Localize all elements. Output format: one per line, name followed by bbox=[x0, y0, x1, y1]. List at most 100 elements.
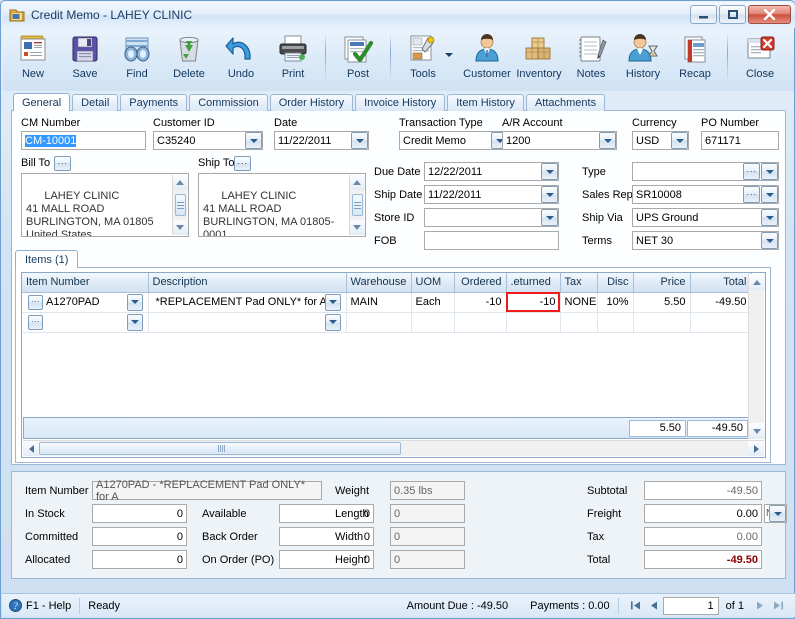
row-lookup-button[interactable]: ··· bbox=[28, 294, 43, 310]
chevron-down-icon[interactable] bbox=[761, 163, 778, 180]
scroll-down-icon[interactable] bbox=[748, 423, 765, 439]
tab-item-history[interactable]: Item History bbox=[447, 94, 524, 111]
next-record-button[interactable] bbox=[751, 597, 769, 615]
cm-number-input[interactable]: CM-10001 bbox=[21, 131, 146, 150]
cell-tax[interactable] bbox=[560, 312, 598, 333]
ar-account-combo[interactable]: 1200 bbox=[502, 131, 617, 150]
chevron-down-icon[interactable] bbox=[324, 313, 341, 331]
toolbar-button-new[interactable]: New bbox=[7, 29, 59, 89]
col-header-item-number[interactable]: Item Number bbox=[22, 273, 149, 293]
page-number-input[interactable]: 1 bbox=[662, 596, 719, 615]
scroll-down-icon[interactable] bbox=[172, 220, 188, 235]
first-record-button[interactable] bbox=[627, 597, 645, 615]
tab-order-history[interactable]: Order History bbox=[269, 94, 354, 111]
toolbar-button-save[interactable]: Save bbox=[59, 29, 111, 89]
hscrollbar-thumb[interactable] bbox=[39, 442, 401, 455]
cell-description[interactable] bbox=[148, 312, 347, 333]
bill-to-scrollbar[interactable] bbox=[172, 175, 188, 235]
scroll-down-icon[interactable] bbox=[349, 220, 365, 235]
cell-item-number[interactable]: ··· A1270PAD bbox=[22, 292, 149, 313]
scroll-up-icon[interactable] bbox=[748, 274, 765, 290]
ship-to-address[interactable]: LAHEY CLINIC 41 MALL ROAD BURLINGTON, MA… bbox=[198, 173, 366, 237]
maximize-button[interactable] bbox=[719, 5, 746, 24]
cell-disc[interactable] bbox=[597, 312, 634, 333]
scrollbar-thumb[interactable] bbox=[351, 194, 363, 216]
sales-rep-lookup-button[interactable]: ··· bbox=[743, 186, 760, 203]
toolbar-button-find[interactable]: Find bbox=[111, 29, 163, 89]
col-header-ordered[interactable]: Ordered bbox=[454, 273, 507, 293]
tab-payments[interactable]: Payments bbox=[120, 94, 188, 111]
tab-invoice-history[interactable]: Invoice History bbox=[355, 94, 446, 111]
chevron-down-icon[interactable] bbox=[761, 209, 778, 226]
toolbar-button-tools[interactable]: Tools bbox=[397, 29, 449, 89]
chevron-down-icon[interactable] bbox=[761, 186, 778, 203]
store-id-combo[interactable] bbox=[424, 208, 559, 227]
col-header-tax[interactable]: Tax bbox=[560, 273, 598, 293]
sales-rep-combo[interactable]: SR10008 ··· bbox=[632, 185, 779, 204]
items-grid-vertical-scrollbar[interactable] bbox=[748, 274, 765, 439]
close-button[interactable] bbox=[748, 5, 791, 24]
po-number-input[interactable]: 671171 bbox=[701, 131, 779, 150]
cell-price[interactable] bbox=[633, 312, 691, 333]
date-combo[interactable]: 11/22/2011 bbox=[274, 131, 369, 150]
cell-warehouse[interactable] bbox=[346, 312, 412, 333]
col-header-description[interactable]: Description bbox=[148, 273, 347, 293]
chevron-down-icon[interactable] bbox=[351, 132, 368, 149]
scroll-left-icon[interactable] bbox=[23, 441, 39, 456]
cell-tax[interactable]: NONE bbox=[560, 292, 598, 313]
toolbar-button-close[interactable]: Close bbox=[734, 29, 786, 89]
cell-warehouse[interactable]: MAIN bbox=[346, 292, 412, 313]
chevron-down-icon[interactable] bbox=[126, 293, 143, 311]
items-grid-horizontal-scrollbar[interactable] bbox=[23, 440, 764, 456]
customer-id-combo[interactable]: C35240 bbox=[153, 131, 263, 150]
toolbar-button-customer[interactable]: Customer bbox=[461, 29, 513, 89]
allocated-input[interactable]: 0 bbox=[92, 550, 187, 569]
ship-date-combo[interactable]: 11/22/2011 bbox=[424, 185, 559, 204]
tab-commission[interactable]: Commission bbox=[189, 94, 268, 111]
help-text[interactable]: F1 - Help bbox=[26, 600, 71, 612]
previous-record-button[interactable] bbox=[645, 597, 663, 615]
cell-uom[interactable] bbox=[411, 312, 455, 333]
col-header-total[interactable]: Total bbox=[690, 273, 752, 293]
cell-total[interactable] bbox=[690, 312, 752, 333]
cell-price[interactable]: 5.50 bbox=[633, 292, 691, 313]
cell-total[interactable]: -49.50 bbox=[690, 292, 752, 313]
table-row[interactable]: ··· A1270PAD *REPLACEMENT Pad ONLY* for … bbox=[22, 292, 752, 313]
col-header-disc[interactable]: Disc bbox=[597, 273, 634, 293]
chevron-down-icon[interactable] bbox=[245, 132, 262, 149]
toolbar-button-notes[interactable]: Notes bbox=[565, 29, 617, 89]
cell-disc[interactable]: 10% bbox=[597, 292, 634, 313]
chevron-down-icon[interactable] bbox=[541, 163, 558, 180]
in-stock-input[interactable]: 0 bbox=[92, 504, 187, 523]
cell-returned[interactable] bbox=[506, 312, 561, 333]
minimize-button[interactable] bbox=[690, 5, 717, 24]
col-header-warehouse[interactable]: Warehouse bbox=[346, 273, 412, 293]
scroll-up-icon[interactable] bbox=[172, 175, 188, 190]
chevron-down-icon[interactable] bbox=[324, 293, 341, 311]
help-icon[interactable]: ? bbox=[9, 599, 22, 612]
scroll-up-icon[interactable] bbox=[349, 175, 365, 190]
tab-general[interactable]: General bbox=[13, 93, 71, 111]
fob-input[interactable] bbox=[424, 231, 559, 250]
chevron-down-icon[interactable] bbox=[769, 505, 786, 522]
last-record-button[interactable] bbox=[769, 597, 787, 615]
chevron-down-icon[interactable] bbox=[599, 132, 616, 149]
cell-ordered[interactable] bbox=[454, 312, 507, 333]
cell-item-number[interactable]: ··· bbox=[22, 312, 149, 333]
type-combo[interactable]: ··· bbox=[632, 162, 779, 181]
tab-detail[interactable]: Detail bbox=[72, 94, 119, 111]
freight-input[interactable]: 0.00 bbox=[644, 504, 762, 523]
bill-to-lookup-button[interactable]: ··· bbox=[54, 156, 71, 171]
tab-items[interactable]: Items (1) bbox=[15, 250, 79, 268]
cell-returned[interactable]: -10 bbox=[506, 292, 561, 313]
chevron-down-icon[interactable] bbox=[671, 132, 688, 149]
ship-to-lookup-button[interactable]: ··· bbox=[234, 156, 251, 171]
cell-ordered[interactable]: -10 bbox=[454, 292, 507, 313]
freight-mode-combo[interactable]: N bbox=[764, 504, 787, 523]
tools-dropdown-arrow-icon[interactable] bbox=[445, 53, 453, 69]
row-lookup-button[interactable]: ··· bbox=[28, 314, 43, 330]
toolbar-button-undo[interactable]: Undo bbox=[215, 29, 267, 89]
chevron-down-icon[interactable] bbox=[126, 313, 143, 331]
tab-attachments[interactable]: Attachments bbox=[525, 94, 606, 111]
ship-via-combo[interactable]: UPS Ground bbox=[632, 208, 779, 227]
